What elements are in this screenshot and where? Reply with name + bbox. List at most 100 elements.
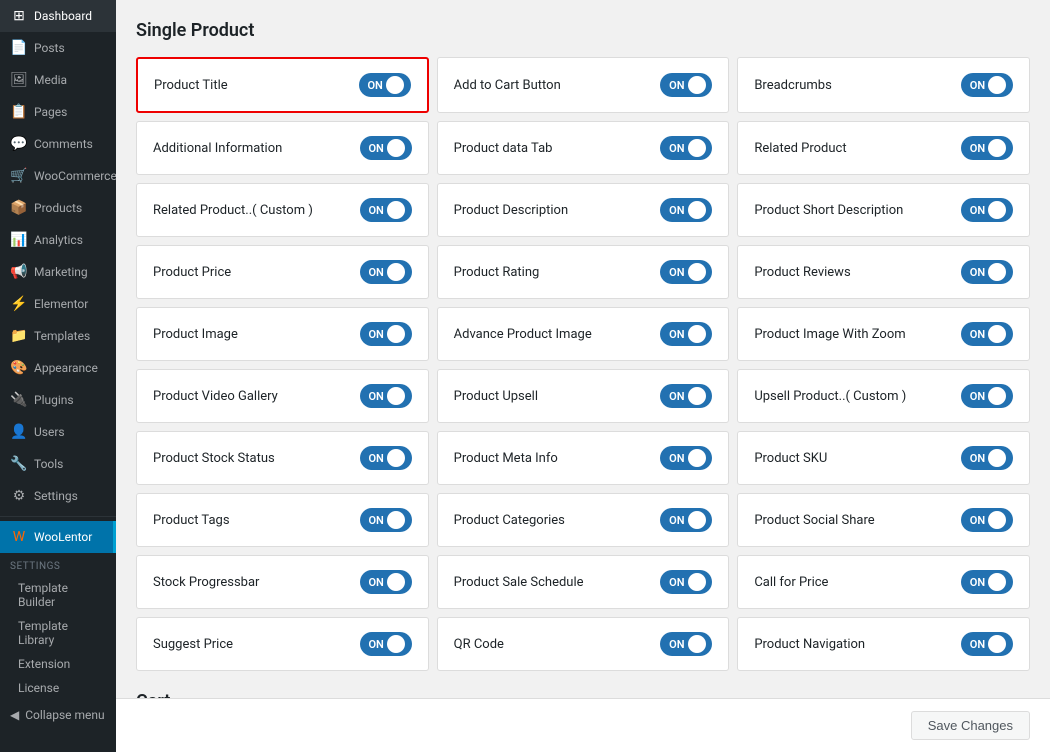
analytics-icon: 📊 xyxy=(10,232,28,248)
toggle-card-stock-progressbar: Stock Progressbar ON xyxy=(136,555,429,609)
toggle-label-product-image: Product Image xyxy=(153,327,238,342)
sidebar-item-woocommerce[interactable]: 🛒WooCommerce xyxy=(0,160,116,192)
sidebar-item-posts[interactable]: 📄Posts xyxy=(0,32,116,64)
toggle-switch-stock-progressbar[interactable]: ON xyxy=(360,570,412,594)
toggle-knob xyxy=(387,387,405,405)
toggle-knob xyxy=(988,76,1006,94)
toggle-card-add-to-cart-button: Add to Cart Button ON xyxy=(437,57,730,113)
toggle-card-product-navigation: Product Navigation ON xyxy=(737,617,1030,671)
toggle-label-stock-progressbar: Stock Progressbar xyxy=(153,575,259,590)
toggle-switch-product-short-description[interactable]: ON xyxy=(961,198,1013,222)
toggle-switch-product-reviews[interactable]: ON xyxy=(961,260,1013,284)
save-changes-button[interactable]: Save Changes xyxy=(911,711,1030,740)
toggle-switch-related-product-custom[interactable]: ON xyxy=(360,198,412,222)
toggle-knob xyxy=(387,325,405,343)
toggle-row: Additional InformationONProduct data Tab… xyxy=(136,121,1030,175)
toggle-switch-product-sku[interactable]: ON xyxy=(961,446,1013,470)
sidebar-item-dashboard[interactable]: ⊞Dashboard xyxy=(0,0,116,32)
toggle-switch-suggest-price[interactable]: ON xyxy=(360,632,412,656)
sidebar-item-users[interactable]: 👤Users xyxy=(0,416,116,448)
sidebar-item-products[interactable]: 📦Products xyxy=(0,192,116,224)
toggle-switch-product-social-share[interactable]: ON xyxy=(961,508,1013,532)
toggle-label-product-description: Product Description xyxy=(454,203,569,218)
toggle-switch-product-stock-status[interactable]: ON xyxy=(360,446,412,470)
toggle-switch-product-title[interactable]: ON xyxy=(359,73,411,97)
sidebar-subitem-template-builder[interactable]: Template Builder xyxy=(0,576,116,614)
toggle-card-product-sale-schedule: Product Sale ScheduleON xyxy=(437,555,730,609)
sidebar-item-analytics[interactable]: 📊Analytics xyxy=(0,224,116,256)
toggle-switch-advance-product-image[interactable]: ON xyxy=(660,322,712,346)
toggle-switch-product-image-with-zoom[interactable]: ON xyxy=(961,322,1013,346)
toggle-label-upsell-product-custom: Upsell Product..( Custom ) xyxy=(754,389,906,404)
toggle-on-label: ON xyxy=(368,142,383,155)
sidebar-item-pages[interactable]: 📋Pages xyxy=(0,96,116,128)
toggle-switch-additional-information[interactable]: ON xyxy=(360,136,412,160)
sidebar-item-comments[interactable]: 💬Comments xyxy=(0,128,116,160)
toggle-row: Product ImageONAdvance Product ImageONPr… xyxy=(136,307,1030,361)
toggle-switch-product-price[interactable]: ON xyxy=(360,260,412,284)
toggle-knob xyxy=(988,387,1006,405)
toggle-switch-product-categories[interactable]: ON xyxy=(660,508,712,532)
toggle-switch-product-image[interactable]: ON xyxy=(360,322,412,346)
toggle-row: Product Video GalleryONProduct UpsellONU… xyxy=(136,369,1030,423)
toggle-switch-product-navigation[interactable]: ON xyxy=(961,632,1013,656)
toggle-label-product-navigation: Product Navigation xyxy=(754,637,865,652)
collapse-menu-button[interactable]: ◀Collapse menu xyxy=(0,700,116,730)
toggle-row: Related Product..( Custom ) ON Product Des… xyxy=(136,183,1030,237)
elementor-icon: ⚡ xyxy=(10,296,28,312)
toggle-knob xyxy=(988,201,1006,219)
sidebar-item-media[interactable]: 🖼Media xyxy=(0,64,116,96)
sidebar-subitem-extension[interactable]: Extension xyxy=(0,652,116,676)
toggle-card-product-video-gallery: Product Video GalleryON xyxy=(136,369,429,423)
sidebar-item-marketing[interactable]: 📢Marketing xyxy=(0,256,116,288)
toggle-switch-product-sale-schedule[interactable]: ON xyxy=(660,570,712,594)
woolentor-icon: W xyxy=(10,529,28,545)
sidebar-item-templates[interactable]: 📁Templates xyxy=(0,320,116,352)
toggle-label-product-meta-info: Product Meta Info xyxy=(454,451,558,466)
toggle-label-related-product-custom: Related Product..( Custom ) xyxy=(153,203,313,218)
settings-icon: ⚙ xyxy=(10,488,28,504)
toggle-switch-qr-code[interactable]: ON xyxy=(660,632,712,656)
toggle-on-label: ON xyxy=(669,638,684,651)
toggle-switch-add-to-cart-button[interactable]: ON xyxy=(660,73,712,97)
toggle-switch-upsell-product-custom[interactable]: ON xyxy=(961,384,1013,408)
toggle-switch-call-for-price[interactable]: ON xyxy=(961,570,1013,594)
toggle-switch-product-rating[interactable]: ON xyxy=(660,260,712,284)
sidebar-item-appearance[interactable]: 🎨Appearance xyxy=(0,352,116,384)
toggle-knob xyxy=(988,449,1006,467)
toggle-switch-product-meta-info[interactable]: ON xyxy=(660,446,712,470)
toggle-row: Stock ProgressbarONProduct Sale Schedule… xyxy=(136,555,1030,609)
comments-icon: 💬 xyxy=(10,136,28,152)
toggle-on-label: ON xyxy=(368,452,383,465)
toggle-card-qr-code: QR CodeON xyxy=(437,617,730,671)
sidebar-item-plugins[interactable]: 🔌Plugins xyxy=(0,384,116,416)
toggle-label-additional-information: Additional Information xyxy=(153,141,282,156)
toggle-on-label: ON xyxy=(367,79,382,92)
pages-icon: 📋 xyxy=(10,104,28,120)
toggle-on-label: ON xyxy=(669,452,684,465)
toggle-switch-product-tags[interactable]: ON xyxy=(360,508,412,532)
sidebar-subitem-template-library[interactable]: Template Library xyxy=(0,614,116,652)
sidebar-item-elementor[interactable]: ⚡Elementor xyxy=(0,288,116,320)
toggle-switch-product-description[interactable]: ON xyxy=(660,198,712,222)
toggle-switch-related-product[interactable]: ON xyxy=(961,136,1013,160)
templates-icon: 📁 xyxy=(10,328,28,344)
sidebar-item-settings[interactable]: ⚙Settings xyxy=(0,480,116,512)
toggle-on-label: ON xyxy=(368,328,383,341)
toggle-label-product-sku: Product SKU xyxy=(754,451,827,466)
toggle-knob xyxy=(387,573,405,591)
toggle-knob xyxy=(387,449,405,467)
toggle-label-product-image-with-zoom: Product Image With Zoom xyxy=(754,327,905,342)
toggle-card-call-for-price: Call for PriceON xyxy=(737,555,1030,609)
toggle-switch-product-video-gallery[interactable]: ON xyxy=(360,384,412,408)
toggle-switch-product-data-tab[interactable]: ON xyxy=(660,136,712,160)
toggle-knob xyxy=(688,387,706,405)
sidebar-item-tools[interactable]: 🔧Tools xyxy=(0,448,116,480)
toggle-switch-breadcrumbs[interactable]: ON xyxy=(961,73,1013,97)
footer-bar: Save Changes xyxy=(116,698,1050,752)
toggle-on-label: ON xyxy=(970,142,985,155)
sidebar-item-woolentor[interactable]: WWooLentor xyxy=(0,521,116,553)
toggle-label-add-to-cart-button: Add to Cart Button xyxy=(454,78,561,93)
toggle-switch-product-upsell[interactable]: ON xyxy=(660,384,712,408)
sidebar-subitem-license[interactable]: License xyxy=(0,676,116,700)
